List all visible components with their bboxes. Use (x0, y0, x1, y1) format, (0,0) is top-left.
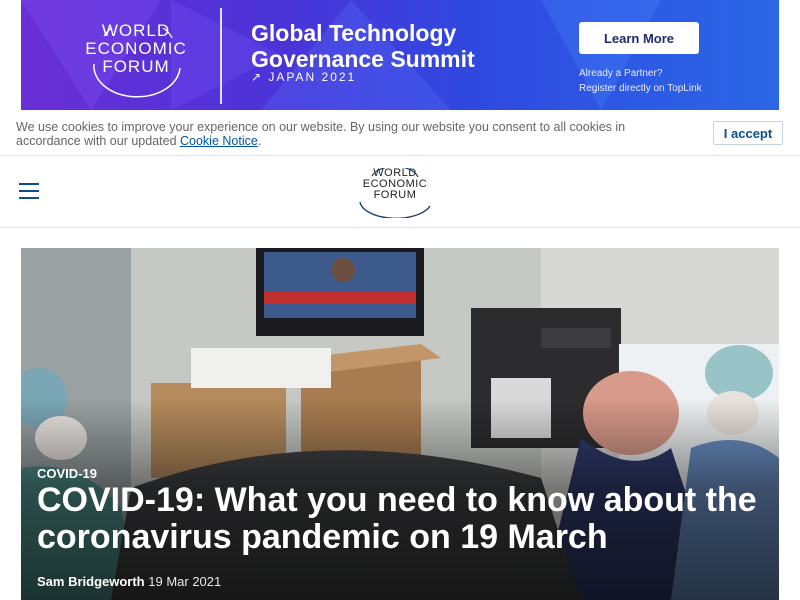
banner-partner-line-1: Already a Partner? (579, 68, 663, 79)
banner-title-line-1: Global Technology (251, 20, 457, 46)
banner-title: Global Technology Governance Summit (251, 20, 475, 72)
hero-author[interactable]: Sam Bridgeworth (37, 574, 145, 589)
banner-title-line-2: Governance Summit (251, 46, 475, 72)
hamburger-menu-icon[interactable] (19, 183, 39, 199)
banner-divider (220, 8, 222, 104)
wef-logo[interactable]: WORLD ECONOMIC FORUM (350, 168, 440, 218)
learn-more-button[interactable]: Learn More (579, 22, 699, 54)
hero-meta: Sam Bridgeworth 19 Mar 2021 (37, 574, 221, 589)
cookie-message: We use cookies to improve your experienc… (16, 120, 686, 148)
banner-partner-text: Already a Partner? Register directly on … (579, 66, 702, 96)
summit-banner-ad[interactable]: WORLD ECONOMIC FORUM Global Technology G… (21, 0, 779, 110)
logo-arc-icon (359, 168, 431, 218)
arrow-up-right-icon: ↗ (251, 70, 264, 84)
hero-topic-tag[interactable]: COVID-19 (37, 466, 97, 481)
accept-cookies-button[interactable]: I accept (713, 121, 783, 145)
banner-wef-logo: WORLD ECONOMIC FORUM (76, 22, 196, 98)
cookie-notice-link[interactable]: Cookie Notice (180, 134, 258, 148)
banner-subtitle: ↗ JAPAN 2021 (251, 70, 356, 84)
banner-subtitle-text: JAPAN 2021 (268, 70, 357, 84)
hero-date: 19 Mar 2021 (148, 574, 222, 589)
hero-headline[interactable]: COVID-19: What you need to know about th… (37, 482, 767, 556)
cookie-consent-bar: We use cookies to improve your experienc… (0, 110, 800, 156)
site-header: WORLD ECONOMIC FORUM (0, 156, 800, 228)
cookie-message-text: We use cookies to improve your experienc… (16, 120, 626, 148)
banner-partner-line-2[interactable]: Register directly on TopLink (579, 81, 702, 96)
wef-arc-icon (93, 28, 181, 98)
cookie-message-end: . (257, 134, 262, 148)
hero-article-card[interactable]: COVID-19 COVID-19: What you need to know… (21, 248, 779, 600)
